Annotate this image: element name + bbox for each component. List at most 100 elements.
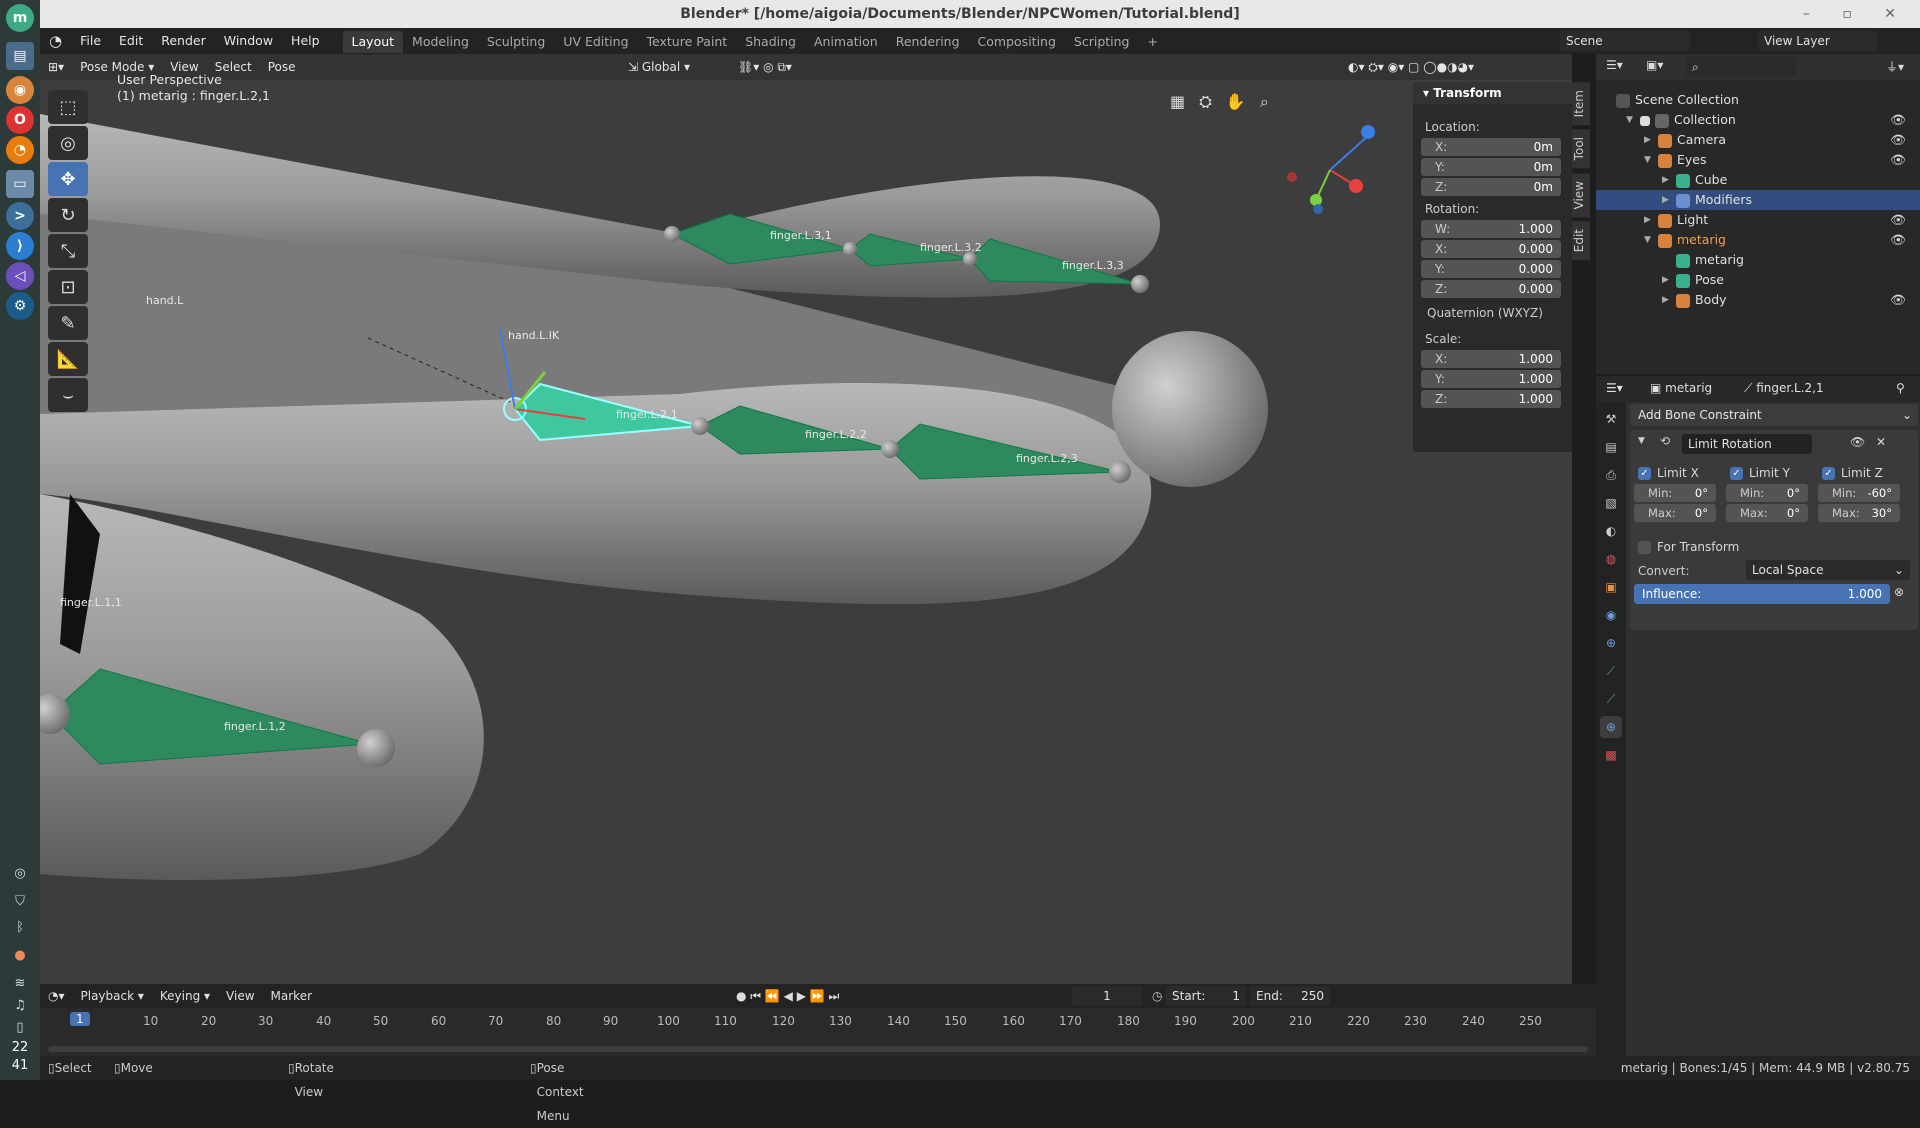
scene-selector[interactable]: Scene <box>1560 31 1690 51</box>
mint-menu-icon[interactable]: m <box>6 4 34 32</box>
scale-z-field[interactable]: Z: 1.000 <box>1421 390 1561 408</box>
folder-icon[interactable]: ▭ <box>6 170 34 198</box>
vscode-icon[interactable]: ⟩ <box>6 232 34 260</box>
collapse-arrow-icon[interactable]: ▼ <box>1638 436 1645 446</box>
playhead[interactable]: 1 <box>70 1012 90 1026</box>
bone-tab-icon[interactable]: ⟋ <box>1600 688 1622 710</box>
physics-tab-icon[interactable]: ◉ <box>1600 604 1622 626</box>
limit-z-checkbox[interactable]: ✓ Limit Z <box>1822 466 1883 480</box>
bone-constraint-tab-icon[interactable]: ⊕ <box>1600 716 1622 738</box>
steam-icon[interactable]: ⚙ <box>6 292 34 320</box>
rotation-w-field[interactable]: W: 1.000 <box>1421 220 1561 238</box>
expand-arrow-icon[interactable]: ▶ <box>1662 290 1669 310</box>
files-icon[interactable]: ▤ <box>6 42 34 70</box>
influence-slider[interactable]: Influence: 1.000 <box>1634 584 1890 604</box>
constraint-name-field[interactable]: Limit Rotation <box>1682 434 1812 454</box>
expand-arrow-icon[interactable]: ▶ <box>1662 170 1669 190</box>
for-transform-checkbox[interactable]: For Transform <box>1638 540 1739 554</box>
window-controls[interactable]: – ▫ ✕ <box>1803 0 1910 28</box>
tab-scripting[interactable]: Scripting <box>1065 31 1139 53</box>
tab-rendering[interactable]: Rendering <box>887 31 969 53</box>
editor-type-icon[interactable]: ☰▾ <box>1606 381 1623 395</box>
move-tool[interactable]: ✥ <box>48 162 88 196</box>
limit-x-min-field[interactable]: Min: 0° <box>1634 484 1716 502</box>
opera-icon[interactable]: O <box>6 106 34 134</box>
tab-layout[interactable]: Layout <box>342 31 404 53</box>
annotate-tool[interactable]: ✎ <box>48 306 88 340</box>
display-mode-icon[interactable]: ▣▾ <box>1646 58 1663 72</box>
eye-icon[interactable]: 👁 <box>1890 230 1906 250</box>
limit-x-checkbox[interactable]: ✓ Limit X <box>1638 466 1699 480</box>
select-box-tool[interactable]: ⬚ <box>48 90 88 124</box>
output-tab-icon[interactable]: ⎙ <box>1600 464 1622 486</box>
outliner-row[interactable]: ▶ Body 👁 <box>1596 290 1920 310</box>
add-workspace-button[interactable]: + <box>1139 31 1167 53</box>
limit-y-checkbox[interactable]: ✓ Limit Y <box>1730 466 1790 480</box>
view-layer-tab-icon[interactable]: ▧ <box>1600 492 1622 514</box>
eye-icon[interactable]: 👁 <box>1890 130 1906 150</box>
render-tab-icon[interactable]: ▤ <box>1600 436 1622 458</box>
limit-z-max-field[interactable]: Max: 30° <box>1818 504 1900 522</box>
view-layer-selector[interactable]: View Layer <box>1758 31 1878 51</box>
clipboard-icon[interactable]: ▯ <box>10 1020 30 1040</box>
expand-arrow-icon[interactable]: ▼ <box>1644 230 1651 250</box>
limit-y-min-field[interactable]: Min: 0° <box>1726 484 1808 502</box>
convert-space-dropdown[interactable]: Local Space ⌄ <box>1746 560 1910 580</box>
viewport-shading-icons[interactable]: ◐▾ ⛭▾ ◉▾ ▢ ◯●◑◕▾ <box>1340 60 1482 75</box>
rotation-x-field[interactable]: X: 0.000 <box>1421 240 1561 258</box>
relax-tool[interactable]: ⌣ <box>48 378 88 412</box>
scale-x-field[interactable]: X: 1.000 <box>1421 350 1561 368</box>
tab-view[interactable]: View <box>1572 172 1590 218</box>
outliner-row[interactable]: ▶ Light 👁 <box>1596 210 1920 230</box>
clock-icon[interactable]: ◷ <box>1152 989 1162 1003</box>
cursor-tool[interactable]: ◎ <box>48 126 88 160</box>
joint[interactable] <box>357 729 395 767</box>
measure-tool[interactable]: 📐 <box>48 342 88 376</box>
timeline-menu-marker[interactable]: Marker <box>263 989 320 1003</box>
object-constraint-tab-icon[interactable]: ⊕ <box>1600 632 1622 654</box>
world-tab-icon[interactable]: ◍ <box>1600 548 1622 570</box>
rotation-mode-dropdown[interactable]: Quaternion (WXYZ)⌄ <box>1421 304 1572 322</box>
end-frame-field[interactable]: End: 250 <box>1250 986 1330 1006</box>
scale-y-field[interactable]: Y: 1.000 <box>1421 370 1561 388</box>
timeline-scrollbar[interactable] <box>48 1046 1588 1052</box>
add-bone-constraint-dropdown[interactable]: Add Bone Constraint ⌄ <box>1630 404 1918 426</box>
menu-render[interactable]: Render <box>152 28 215 54</box>
filter-icon[interactable]: ⏚▾ <box>1886 58 1904 75</box>
firefox-icon[interactable]: ◉ <box>6 76 34 104</box>
eye-icon[interactable]: 👁 <box>1890 290 1906 310</box>
outliner-row[interactable]: ▶ Pose <box>1596 270 1920 290</box>
menu-file[interactable]: File <box>71 28 110 54</box>
pin-icon[interactable]: ⚲ <box>1896 381 1905 395</box>
rotation-y-field[interactable]: Y: 0.000 <box>1421 260 1561 278</box>
timeline-menu-keying[interactable]: Keying ▾ <box>152 989 218 1003</box>
tab-modeling[interactable]: Modeling <box>403 31 478 53</box>
visual-studio-icon[interactable]: ◁ <box>6 262 34 290</box>
joint[interactable] <box>691 417 709 435</box>
timeline-ruler[interactable]: 1 10 20 30 40 50 60 70 80 90 100 110 120… <box>40 1010 1596 1032</box>
timeline-menu-view[interactable]: View <box>218 989 262 1003</box>
limit-y-max-field[interactable]: Max: 0° <box>1726 504 1808 522</box>
tab-tool[interactable]: Tool <box>1572 129 1590 169</box>
joint[interactable] <box>881 440 899 458</box>
outliner-row[interactable]: metarig <box>1596 250 1920 270</box>
outliner-row[interactable]: ▶ Cube <box>1596 170 1920 190</box>
start-frame-field[interactable]: Start: 1 <box>1166 986 1246 1006</box>
outliner-search-input[interactable]: ⌕ <box>1686 57 1796 77</box>
outliner-row[interactable]: ▼ Collection 👁 <box>1596 110 1920 130</box>
eye-icon[interactable]: 👁 <box>1850 435 1865 449</box>
eye-icon[interactable]: 👁 <box>1890 110 1906 130</box>
shield-icon[interactable]: ⛉ <box>10 894 30 914</box>
editor-type-icon[interactable]: ☰▾ <box>1606 58 1623 72</box>
bluetooth-icon[interactable]: ᛒ <box>10 920 30 940</box>
blender-logo-icon[interactable]: ◔ <box>40 28 71 54</box>
chrome-tray-icon[interactable]: ● <box>10 948 30 968</box>
joint[interactable] <box>1109 461 1131 483</box>
expand-arrow-icon[interactable]: ▼ <box>1626 110 1633 130</box>
outliner-row[interactable]: ▼ metarig 👁 <box>1596 230 1920 250</box>
orientation-selector[interactable]: ⇲ Global ▾ <box>620 60 698 74</box>
menu-edit[interactable]: Edit <box>110 28 152 54</box>
tab-shading[interactable]: Shading <box>736 31 805 53</box>
tab-edit[interactable]: Edit <box>1572 221 1590 261</box>
terminal-icon[interactable]: > <box>6 202 34 230</box>
